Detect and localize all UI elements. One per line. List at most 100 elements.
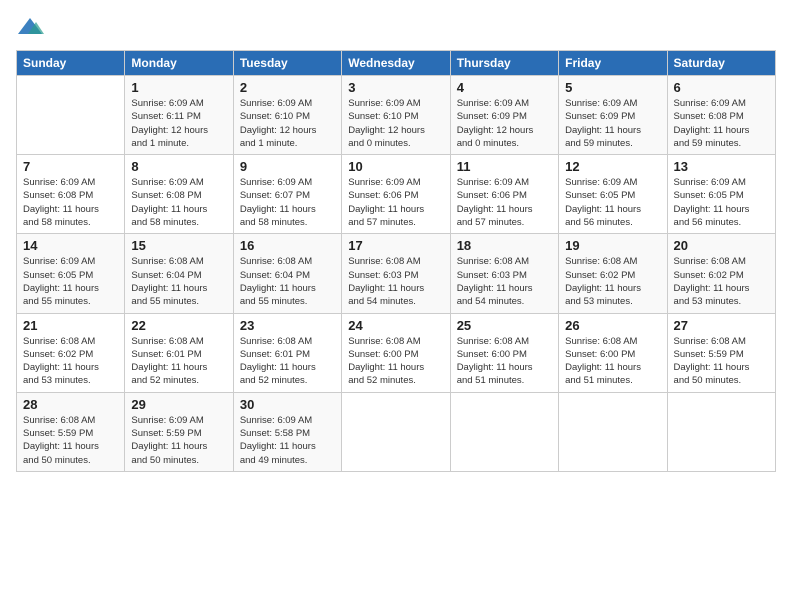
day-detail: Sunrise: 6:09 AM Sunset: 6:05 PM Dayligh… <box>23 255 118 308</box>
day-detail: Sunrise: 6:09 AM Sunset: 6:08 PM Dayligh… <box>23 176 118 229</box>
day-detail: Sunrise: 6:09 AM Sunset: 6:09 PM Dayligh… <box>565 97 660 150</box>
day-detail: Sunrise: 6:09 AM Sunset: 6:11 PM Dayligh… <box>131 97 226 150</box>
calendar-body: 1 Sunrise: 6:09 AM Sunset: 6:11 PM Daylig… <box>17 76 776 472</box>
calendar-cell: 26 Sunrise: 6:08 AM Sunset: 6:00 PM Dayli… <box>559 313 667 392</box>
calendar-cell: 16 Sunrise: 6:08 AM Sunset: 6:04 PM Dayli… <box>233 234 341 313</box>
day-detail: Sunrise: 6:08 AM Sunset: 5:59 PM Dayligh… <box>674 335 769 388</box>
header-cell-sunday: Sunday <box>17 51 125 76</box>
calendar-cell: 9 Sunrise: 6:09 AM Sunset: 6:07 PM Daylig… <box>233 155 341 234</box>
calendar-cell: 28Sunrise: 6:08 AM Sunset: 5:59 PM Dayli… <box>17 392 125 471</box>
day-number: 17 <box>348 238 443 253</box>
day-detail: Sunrise: 6:08 AM Sunset: 5:59 PM Dayligh… <box>23 414 118 467</box>
calendar-cell <box>342 392 450 471</box>
day-number: 13 <box>674 159 769 174</box>
day-detail: Sunrise: 6:08 AM Sunset: 6:00 PM Dayligh… <box>348 335 443 388</box>
calendar-cell: 20 Sunrise: 6:08 AM Sunset: 6:02 PM Dayli… <box>667 234 775 313</box>
calendar-cell <box>450 392 558 471</box>
calendar-cell: 25Sunrise: 6:08 AM Sunset: 6:00 PM Dayli… <box>450 313 558 392</box>
day-detail: Sunrise: 6:08 AM Sunset: 6:04 PM Dayligh… <box>240 255 335 308</box>
day-detail: Sunrise: 6:08 AM Sunset: 6:02 PM Dayligh… <box>23 335 118 388</box>
calendar-cell: 2Sunrise: 6:09 AM Sunset: 6:10 PM Daylig… <box>233 76 341 155</box>
calendar-cell: 8Sunrise: 6:09 AM Sunset: 6:08 PM Daylig… <box>125 155 233 234</box>
header-cell-friday: Friday <box>559 51 667 76</box>
day-number: 3 <box>348 80 443 95</box>
day-number: 15 <box>131 238 226 253</box>
day-number: 30 <box>240 397 335 412</box>
day-number: 6 <box>674 80 769 95</box>
day-number: 27 <box>674 318 769 333</box>
calendar-cell: 7Sunrise: 6:09 AM Sunset: 6:08 PM Daylig… <box>17 155 125 234</box>
day-detail: Sunrise: 6:09 AM Sunset: 6:08 PM Dayligh… <box>674 97 769 150</box>
day-number: 14 <box>23 238 118 253</box>
calendar-cell: 22 Sunrise: 6:08 AM Sunset: 6:01 PM Dayli… <box>125 313 233 392</box>
calendar-cell <box>559 392 667 471</box>
day-number: 22 <box>131 318 226 333</box>
calendar-cell: 21 Sunrise: 6:08 AM Sunset: 6:02 PM Dayli… <box>17 313 125 392</box>
day-detail: Sunrise: 6:08 AM Sunset: 6:01 PM Dayligh… <box>131 335 226 388</box>
calendar-cell: 11 Sunrise: 6:09 AM Sunset: 6:06 PM Dayli… <box>450 155 558 234</box>
day-number: 12 <box>565 159 660 174</box>
day-detail: Sunrise: 6:09 AM Sunset: 6:07 PM Dayligh… <box>240 176 335 229</box>
header-row: SundayMondayTuesdayWednesdayThursdayFrid… <box>17 51 776 76</box>
header-cell-thursday: Thursday <box>450 51 558 76</box>
calendar-cell <box>667 392 775 471</box>
day-detail: Sunrise: 6:09 AM Sunset: 5:58 PM Dayligh… <box>240 414 335 467</box>
calendar-cell: 1 Sunrise: 6:09 AM Sunset: 6:11 PM Daylig… <box>125 76 233 155</box>
calendar-cell: 12 Sunrise: 6:09 AM Sunset: 6:05 PM Dayli… <box>559 155 667 234</box>
logo <box>16 16 48 38</box>
day-detail: Sunrise: 6:09 AM Sunset: 6:06 PM Dayligh… <box>348 176 443 229</box>
day-number: 1 <box>131 80 226 95</box>
calendar-cell: 29 Sunrise: 6:09 AM Sunset: 5:59 PM Dayli… <box>125 392 233 471</box>
calendar-cell: 13Sunrise: 6:09 AM Sunset: 6:05 PM Dayli… <box>667 155 775 234</box>
calendar-cell: 27 Sunrise: 6:08 AM Sunset: 5:59 PM Dayli… <box>667 313 775 392</box>
day-detail: Sunrise: 6:08 AM Sunset: 6:04 PM Dayligh… <box>131 255 226 308</box>
day-detail: Sunrise: 6:09 AM Sunset: 5:59 PM Dayligh… <box>131 414 226 467</box>
header-cell-monday: Monday <box>125 51 233 76</box>
day-number: 29 <box>131 397 226 412</box>
day-detail: Sunrise: 6:09 AM Sunset: 6:10 PM Dayligh… <box>240 97 335 150</box>
calendar-cell: 24 Sunrise: 6:08 AM Sunset: 6:00 PM Dayli… <box>342 313 450 392</box>
day-number: 9 <box>240 159 335 174</box>
page-header <box>16 16 776 38</box>
calendar-cell: 30 Sunrise: 6:09 AM Sunset: 5:58 PM Dayli… <box>233 392 341 471</box>
day-number: 24 <box>348 318 443 333</box>
day-detail: Sunrise: 6:08 AM Sunset: 6:01 PM Dayligh… <box>240 335 335 388</box>
calendar-cell: 10 Sunrise: 6:09 AM Sunset: 6:06 PM Dayli… <box>342 155 450 234</box>
header-cell-wednesday: Wednesday <box>342 51 450 76</box>
day-number: 25 <box>457 318 552 333</box>
calendar-cell: 4Sunrise: 6:09 AM Sunset: 6:09 PM Daylig… <box>450 76 558 155</box>
day-detail: Sunrise: 6:08 AM Sunset: 6:02 PM Dayligh… <box>674 255 769 308</box>
day-number: 26 <box>565 318 660 333</box>
day-number: 4 <box>457 80 552 95</box>
calendar-week-2: 14 Sunrise: 6:09 AM Sunset: 6:05 PM Dayli… <box>17 234 776 313</box>
calendar-week-4: 28Sunrise: 6:08 AM Sunset: 5:59 PM Dayli… <box>17 392 776 471</box>
header-cell-saturday: Saturday <box>667 51 775 76</box>
calendar-header: SundayMondayTuesdayWednesdayThursdayFrid… <box>17 51 776 76</box>
day-number: 18 <box>457 238 552 253</box>
calendar-week-3: 21 Sunrise: 6:08 AM Sunset: 6:02 PM Dayli… <box>17 313 776 392</box>
day-number: 20 <box>674 238 769 253</box>
day-detail: Sunrise: 6:08 AM Sunset: 6:03 PM Dayligh… <box>457 255 552 308</box>
day-detail: Sunrise: 6:09 AM Sunset: 6:08 PM Dayligh… <box>131 176 226 229</box>
day-number: 5 <box>565 80 660 95</box>
day-number: 11 <box>457 159 552 174</box>
day-number: 16 <box>240 238 335 253</box>
calendar-cell <box>17 76 125 155</box>
day-detail: Sunrise: 6:09 AM Sunset: 6:10 PM Dayligh… <box>348 97 443 150</box>
day-detail: Sunrise: 6:09 AM Sunset: 6:05 PM Dayligh… <box>565 176 660 229</box>
day-number: 19 <box>565 238 660 253</box>
day-detail: Sunrise: 6:09 AM Sunset: 6:06 PM Dayligh… <box>457 176 552 229</box>
logo-icon <box>16 16 44 38</box>
day-detail: Sunrise: 6:08 AM Sunset: 6:00 PM Dayligh… <box>565 335 660 388</box>
day-number: 21 <box>23 318 118 333</box>
calendar-cell: 18 Sunrise: 6:08 AM Sunset: 6:03 PM Dayli… <box>450 234 558 313</box>
day-number: 10 <box>348 159 443 174</box>
calendar-cell: 23Sunrise: 6:08 AM Sunset: 6:01 PM Dayli… <box>233 313 341 392</box>
day-detail: Sunrise: 6:08 AM Sunset: 6:03 PM Dayligh… <box>348 255 443 308</box>
calendar-cell: 6 Sunrise: 6:09 AM Sunset: 6:08 PM Daylig… <box>667 76 775 155</box>
calendar-week-1: 7Sunrise: 6:09 AM Sunset: 6:08 PM Daylig… <box>17 155 776 234</box>
calendar-cell: 5 Sunrise: 6:09 AM Sunset: 6:09 PM Daylig… <box>559 76 667 155</box>
calendar-cell: 3 Sunrise: 6:09 AM Sunset: 6:10 PM Daylig… <box>342 76 450 155</box>
calendar-cell: 14 Sunrise: 6:09 AM Sunset: 6:05 PM Dayli… <box>17 234 125 313</box>
header-cell-tuesday: Tuesday <box>233 51 341 76</box>
